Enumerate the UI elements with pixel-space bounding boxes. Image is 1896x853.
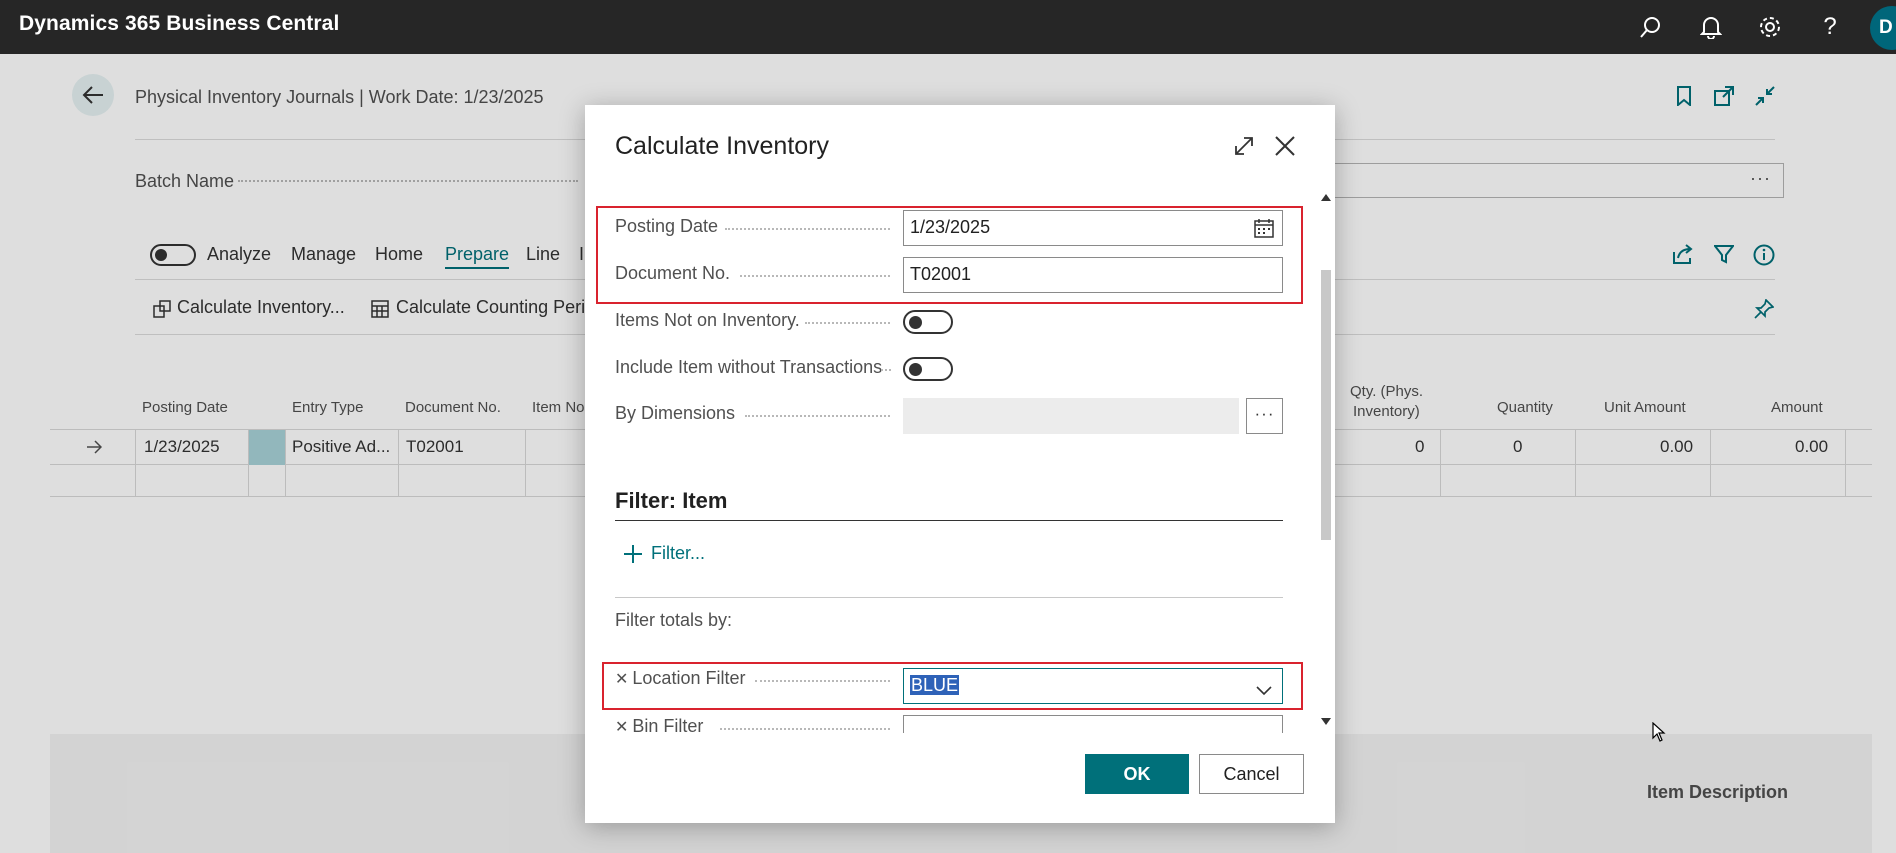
items-not-on-inventory-label: Items Not on Inventory. [615, 310, 800, 330]
chevron-down-icon[interactable] [1256, 680, 1272, 701]
document-no-input[interactable]: T02001 [903, 257, 1283, 293]
search-icon[interactable] [1636, 12, 1666, 42]
bin-filter-label: ✕ Bin Filter [615, 716, 703, 733]
field-dots [725, 228, 890, 230]
add-filter-link[interactable]: Filter... [623, 543, 705, 564]
help-icon[interactable]: ? [1815, 12, 1845, 42]
field-dots [720, 728, 890, 730]
location-filter-value: BLUE [910, 675, 960, 695]
chevron-down-icon[interactable] [1256, 727, 1272, 733]
expand-icon[interactable] [1229, 131, 1259, 161]
mouse-cursor-icon [1652, 721, 1666, 747]
by-dimensions-more-button[interactable]: ··· [1246, 398, 1283, 434]
include-item-toggle[interactable] [903, 357, 953, 381]
remove-filter-icon[interactable]: ✕ [615, 719, 628, 733]
bin-filter-input[interactable] [903, 715, 1283, 733]
field-dots [745, 415, 890, 417]
ok-button[interactable]: OK [1085, 754, 1189, 794]
cancel-button[interactable]: Cancel [1199, 754, 1304, 794]
app-title: Dynamics 365 Business Central [19, 12, 340, 35]
posting-date-input[interactable]: 1/23/2025 [903, 210, 1283, 246]
location-filter-text: Location Filter [632, 668, 746, 688]
avatar[interactable]: D [1870, 6, 1896, 50]
field-dots [755, 680, 890, 682]
document-no-label: Document No. [615, 263, 731, 283]
document-no-value: T02001 [910, 264, 972, 284]
scroll-thumb[interactable] [1321, 270, 1331, 540]
bin-filter-text: Bin Filter [632, 716, 704, 733]
filter-item-title: Filter: Item [615, 488, 728, 513]
section-rule [615, 597, 1283, 598]
remove-filter-icon[interactable]: ✕ [615, 671, 628, 688]
include-item-label: Include Item without Transactions [615, 357, 883, 377]
posting-date-label: Posting Date [615, 216, 719, 236]
top-bar: Dynamics 365 Business Central ? D [0, 0, 1896, 54]
location-filter-label: ✕ Location Filter [615, 668, 745, 689]
add-filter-label: Filter... [651, 543, 706, 563]
posting-date-value: 1/23/2025 [910, 217, 991, 237]
filter-totals-label: Filter totals by: [615, 610, 733, 630]
calculate-inventory-dialog: Calculate Inventory Posting Date 1/23/20… [585, 105, 1335, 823]
section-rule [615, 520, 1283, 521]
field-dots [881, 369, 891, 371]
gear-icon[interactable] [1755, 12, 1785, 42]
items-not-on-inventory-toggle[interactable] [903, 310, 953, 334]
bell-icon[interactable] [1696, 12, 1726, 42]
field-dots [805, 322, 890, 324]
by-dimensions-field[interactable] [903, 398, 1239, 434]
scroll-up-icon[interactable] [1321, 194, 1331, 201]
location-filter-input[interactable]: BLUE [903, 668, 1283, 704]
by-dimensions-label: By Dimensions [615, 403, 736, 423]
dialog-title: Calculate Inventory [615, 132, 830, 160]
field-dots [740, 275, 890, 277]
scroll-down-icon[interactable] [1321, 718, 1331, 725]
dialog-body: Posting Date 1/23/2025 Document No. T020… [585, 188, 1335, 733]
calendar-icon[interactable] [1254, 218, 1274, 243]
plus-icon [624, 544, 642, 563]
close-icon[interactable] [1270, 131, 1300, 161]
